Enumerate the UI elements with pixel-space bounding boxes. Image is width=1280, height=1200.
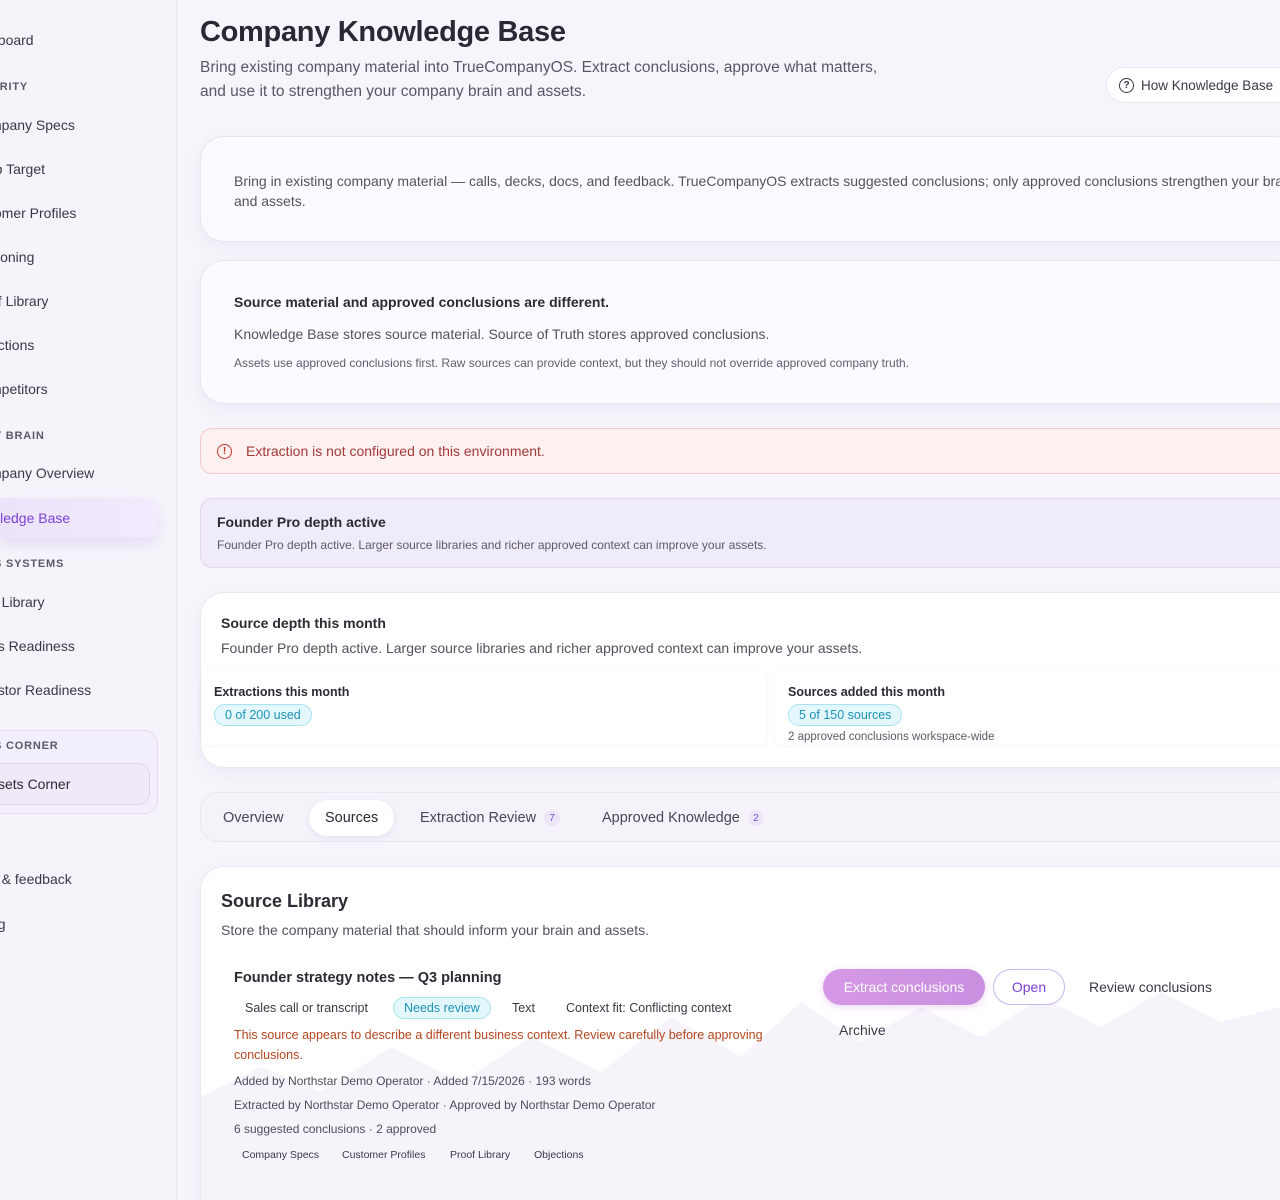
sidebar-item-assets-corner[interactable]: ssets Corner [0,763,150,805]
sidebar-item-knowledge-base[interactable]: wledge Base [0,498,158,538]
sidebar-item-label: estor Readiness [0,682,92,698]
extract-conclusions-button[interactable]: Extract conclusions [823,969,985,1005]
how-knowledge-base-button[interactable]: ? How Knowledge Base [1106,67,1280,103]
tab-approved-knowledge[interactable]: Approved Knowledge 2 [602,800,764,836]
sidebar-item-sharp-target[interactable]: rp Target [0,149,170,189]
difference-line-2: Assets use approved conclusions first. R… [234,356,910,370]
status-badge: Needs review [393,997,491,1019]
sidebar-item-dashboard[interactable]: hboard [0,20,170,60]
sidebar-item-label: ng [0,916,6,932]
linked-area-chip: Customer Profiles [342,1149,426,1161]
extractions-stat: Extractions this month 0 of 200 used [201,671,766,745]
source-meta-added: Added by Northstar Demo Operator · Added… [234,1074,591,1088]
page-subtitle: Bring existing company material into Tru… [200,59,878,100]
source-type-tag: Sales call or transcript [245,1001,368,1015]
sidebar-item-settings[interactable]: s [0,820,170,860]
founder-pro-subtitle: Founder Pro depth active. Larger source … [217,538,767,552]
tab-overview[interactable]: Overview [223,800,283,836]
sidebar-item-competitors[interactable]: mpetitors [0,369,170,409]
difference-line-1: Knowledge Base stores source material. S… [234,326,770,342]
sidebar-item-company-specs[interactable]: mpany Specs [0,105,170,145]
sidebar: hboard ARITY mpany Specs rp Target tomer… [0,0,177,1200]
tab-label: Extraction Review [420,810,537,826]
extraction-alert: ! Extraction is not configured on this e… [200,428,1280,474]
alert-circle-icon: ! [217,443,232,459]
difference-card: Source material and approved conclusions… [200,260,1280,404]
sidebar-item-label: mpany Specs [0,117,75,133]
tab-sources[interactable]: Sources [309,800,395,836]
tab-label: Sources [325,810,379,826]
sidebar-item-sales-readiness[interactable]: es Readiness [0,626,170,666]
sidebar-item-customer-profiles[interactable]: tomer Profiles [0,193,170,233]
sidebar-item-positioning[interactable]: itioning [0,237,170,277]
sidebar-item-label: mpetitors [0,381,48,397]
sidebar-item-label: ections [0,337,35,353]
sidebar-section-assets-corner: S CORNER [0,740,59,752]
sidebar-item-label: itioning [0,249,35,265]
sidebar-section-clarity: ARITY [0,81,28,93]
sidebar-item-objections[interactable]: ections [0,325,170,365]
source-library-subtitle: Store the company material that should i… [221,922,649,938]
archive-button[interactable]: Archive [839,1015,886,1045]
source-item-title[interactable]: Founder strategy notes — Q3 planning [234,970,501,986]
sidebar-item-label: of Library [0,293,49,309]
sources-usage-badge: 5 of 150 sources [788,704,903,726]
how-knowledge-base-label: How Knowledge Base [1141,77,1274,93]
sidebar-item-label: rp Target [0,161,45,177]
sidebar-item-label: mpany Overview [0,465,95,481]
context-warning: This source appears to describe a differ… [234,1028,763,1062]
linked-area-chip: Objections [534,1149,584,1161]
sidebar-item-investor-readiness[interactable]: estor Readiness [0,670,170,710]
difference-title: Source material and approved conclusions… [234,294,609,310]
sources-label: Sources added this month [788,685,945,699]
extractions-usage-badge: 0 of 200 used [214,704,312,726]
extractions-label: Extractions this month [214,685,350,699]
source-library-card: Source Library Store the company materia… [200,866,1280,1200]
sidebar-item-label: h Library [0,594,45,610]
tab-count-badge: 2 [747,810,764,826]
source-meta-conclusions: 6 suggested conclusions · 2 approved [234,1122,437,1136]
sidebar-section-company-brain: Y BRAIN [0,430,45,442]
source-meta-extracted: Extracted by Northstar Demo Operator · A… [234,1098,656,1112]
linked-area-chip: Company Specs [242,1149,320,1161]
source-library-title: Source Library [221,891,349,911]
sidebar-item-label: hboard [0,32,34,48]
sidebar-item-truth-library[interactable]: h Library [0,582,170,622]
page-title: Company Knowledge Base [200,16,566,48]
intro-card: Bring in existing company material — cal… [200,136,1280,242]
founder-pro-title: Founder Pro depth active [217,514,386,530]
sidebar-item-company-overview[interactable]: mpany Overview [0,453,170,493]
sidebar-item-proof-library[interactable]: of Library [0,281,170,321]
sidebar-item-help-feedback[interactable]: p & feedback [0,859,170,899]
sources-note: 2 approved conclusions workspace-wide [788,731,995,743]
alert-text: Extraction is not configured on this env… [246,443,545,459]
sidebar-item-billing[interactable]: ng [0,904,170,944]
sidebar-item-label: tomer Profiles [0,205,77,221]
open-source-button[interactable]: Open [993,969,1065,1005]
tab-extraction-review[interactable]: Extraction Review 7 [420,800,561,836]
source-depth-title: Source depth this month [221,615,386,631]
tab-bar: Overview Sources Extraction Review 7 Appr… [200,792,1280,842]
founder-pro-banner: Founder Pro depth active Founder Pro dep… [200,498,1280,568]
sidebar-item-label: es Readiness [0,638,75,654]
linked-area-chip: Proof Library [450,1149,511,1161]
sources-stat: Sources added this month 5 of 150 source… [775,671,1280,745]
context-fit-tag: Context fit: Conflicting context [566,1001,732,1015]
source-depth-card: Source depth this month Founder Pro dept… [200,592,1280,768]
review-conclusions-button[interactable]: Review conclusions [1089,969,1212,1005]
sidebar-item-label: wledge Base [0,510,71,526]
help-circle-icon: ? [1119,77,1134,93]
source-depth-subtitle: Founder Pro depth active. Larger source … [221,640,863,656]
sidebar-item-label: p & feedback [0,871,72,887]
tab-label: Approved Knowledge [602,810,740,826]
tab-label: Overview [223,810,284,826]
sidebar-section-systems: S SYSTEMS [0,558,65,570]
intro-text: Bring in existing company material — cal… [234,173,1280,209]
tab-count-badge: 7 [544,810,561,826]
source-format-tag: Text [512,1001,535,1015]
sidebar-item-label: ssets Corner [0,776,71,792]
